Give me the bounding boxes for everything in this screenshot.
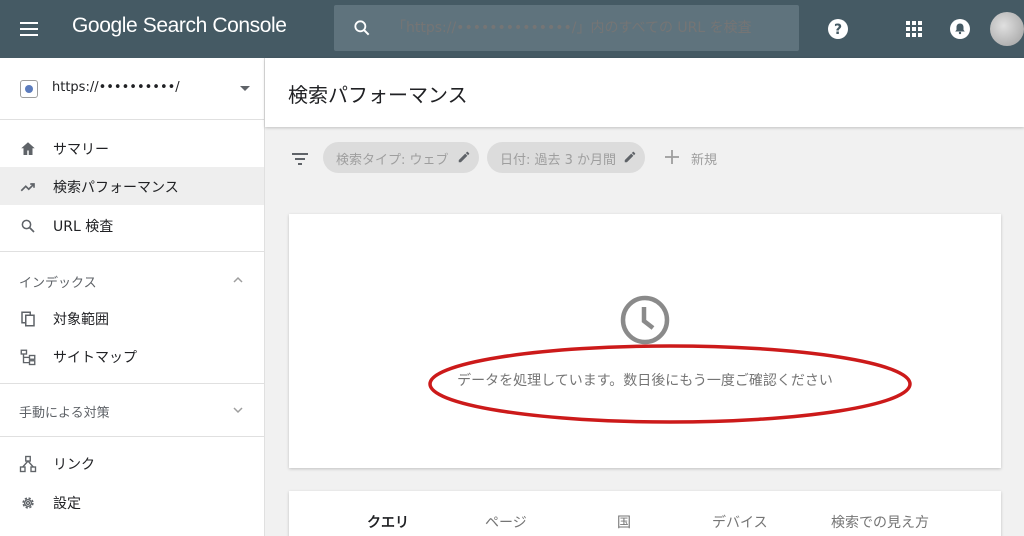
tab-pages[interactable]: ページ: [485, 512, 527, 532]
search-type-chip[interactable]: 検索タイプ: ウェブ: [323, 142, 479, 173]
clock-icon: [620, 295, 670, 345]
url-inspection-search[interactable]: [334, 5, 799, 51]
home-icon: [21, 142, 35, 155]
sidebar-item-label: 検索パフォーマンス: [53, 180, 179, 196]
page-header: 検索パフォーマンス: [265, 58, 1024, 127]
divider: [0, 251, 264, 252]
links-icon: [19, 455, 37, 473]
sidebar-item-label: サマリー: [53, 142, 109, 158]
help-icon[interactable]: ?: [826, 17, 850, 41]
menu-icon-line: [20, 22, 38, 24]
sidebar-item-settings[interactable]: 設定: [0, 483, 264, 521]
copy-icon: [21, 311, 35, 327]
sidebar: https://••••••••••/ サマリー 検索パフォーマンス URL 検…: [0, 58, 265, 536]
sidebar-item-coverage[interactable]: 対象範囲: [0, 299, 264, 337]
menu-icon-line: [20, 34, 38, 36]
section-label: インデックス: [19, 276, 97, 291]
sidebar-item-summary[interactable]: サマリー: [0, 129, 264, 167]
section-index-header[interactable]: インデックス: [0, 261, 264, 299]
tab-queries[interactable]: クエリ: [367, 512, 409, 532]
sidebar-item-label: リンク: [53, 457, 95, 473]
dimension-tabs: クエリ ページ 国 デバイス 検索での見え方: [289, 491, 1001, 536]
avatar[interactable]: [990, 12, 1024, 46]
svg-text:?: ?: [834, 22, 842, 38]
sidebar-item-sitemaps[interactable]: サイトマップ: [0, 337, 264, 375]
chip-label: 検索タイプ: ウェブ: [336, 153, 449, 168]
tab-devices[interactable]: デバイス: [712, 512, 768, 532]
trending-icon: [20, 183, 35, 192]
chip-label: 日付: 過去 3 か月間: [500, 153, 617, 168]
sidebar-item-label: 対象範囲: [53, 312, 109, 328]
menu-icon-line: [20, 28, 38, 30]
divider: [0, 436, 264, 437]
sidebar-item-performance[interactable]: 検索パフォーマンス: [0, 167, 264, 205]
sidebar-item-label: URL 検査: [53, 219, 114, 235]
search-icon: [21, 219, 35, 233]
section-label: 手動による対策: [19, 406, 110, 421]
sidebar-item-links[interactable]: リンク: [0, 444, 264, 482]
property-selector[interactable]: https://••••••••••/: [0, 58, 264, 120]
main-content: 検索パフォーマンス 検索タイプ: ウェブ 日付: 過去 3 か月間 新規 データ…: [265, 58, 1024, 536]
bell-icon[interactable]: [948, 17, 972, 41]
caret-down-icon: [240, 86, 250, 91]
plus-icon: [665, 150, 679, 164]
filter-bar: 検索タイプ: ウェブ 日付: 過去 3 か月間 新規: [265, 128, 1024, 188]
top-app-bar: Google Search Console ?: [0, 0, 1024, 58]
red-annotation-ellipse: [428, 344, 912, 424]
property-icon: [20, 80, 38, 98]
pencil-icon: [458, 151, 470, 163]
page-title: 検索パフォーマンス: [288, 83, 468, 107]
sitemap-icon: [20, 349, 36, 366]
property-url: https://••••••••••/: [52, 80, 180, 95]
chevron-up-icon: [233, 276, 243, 283]
search-input[interactable]: [392, 17, 782, 39]
divider: [0, 383, 264, 384]
sidebar-item-label: サイトマップ: [53, 350, 137, 366]
sidebar-item-label: 設定: [53, 496, 81, 512]
new-filter-button[interactable]: 新規: [663, 143, 733, 173]
gear-icon: [22, 497, 34, 509]
app-title[interactable]: Google Search Console: [72, 14, 287, 38]
pencil-icon: [624, 151, 636, 163]
menu-button[interactable]: [18, 17, 42, 41]
sidebar-item-url-inspection[interactable]: URL 検査: [0, 206, 264, 244]
new-filter-label: 新規: [691, 153, 718, 168]
section-manual-actions-header[interactable]: 手動による対策: [0, 391, 264, 429]
tab-search-appearance[interactable]: 検索での見え方: [831, 512, 929, 532]
performance-chart-card: データを処理しています。数日後にもう一度ご確認ください: [289, 214, 1001, 468]
search-icon: [354, 20, 370, 36]
tab-countries[interactable]: 国: [617, 512, 631, 532]
apps-icon[interactable]: [902, 17, 926, 41]
chevron-down-icon: [233, 407, 243, 414]
date-range-chip[interactable]: 日付: 過去 3 か月間: [487, 142, 645, 173]
filter-icon[interactable]: [290, 151, 310, 167]
